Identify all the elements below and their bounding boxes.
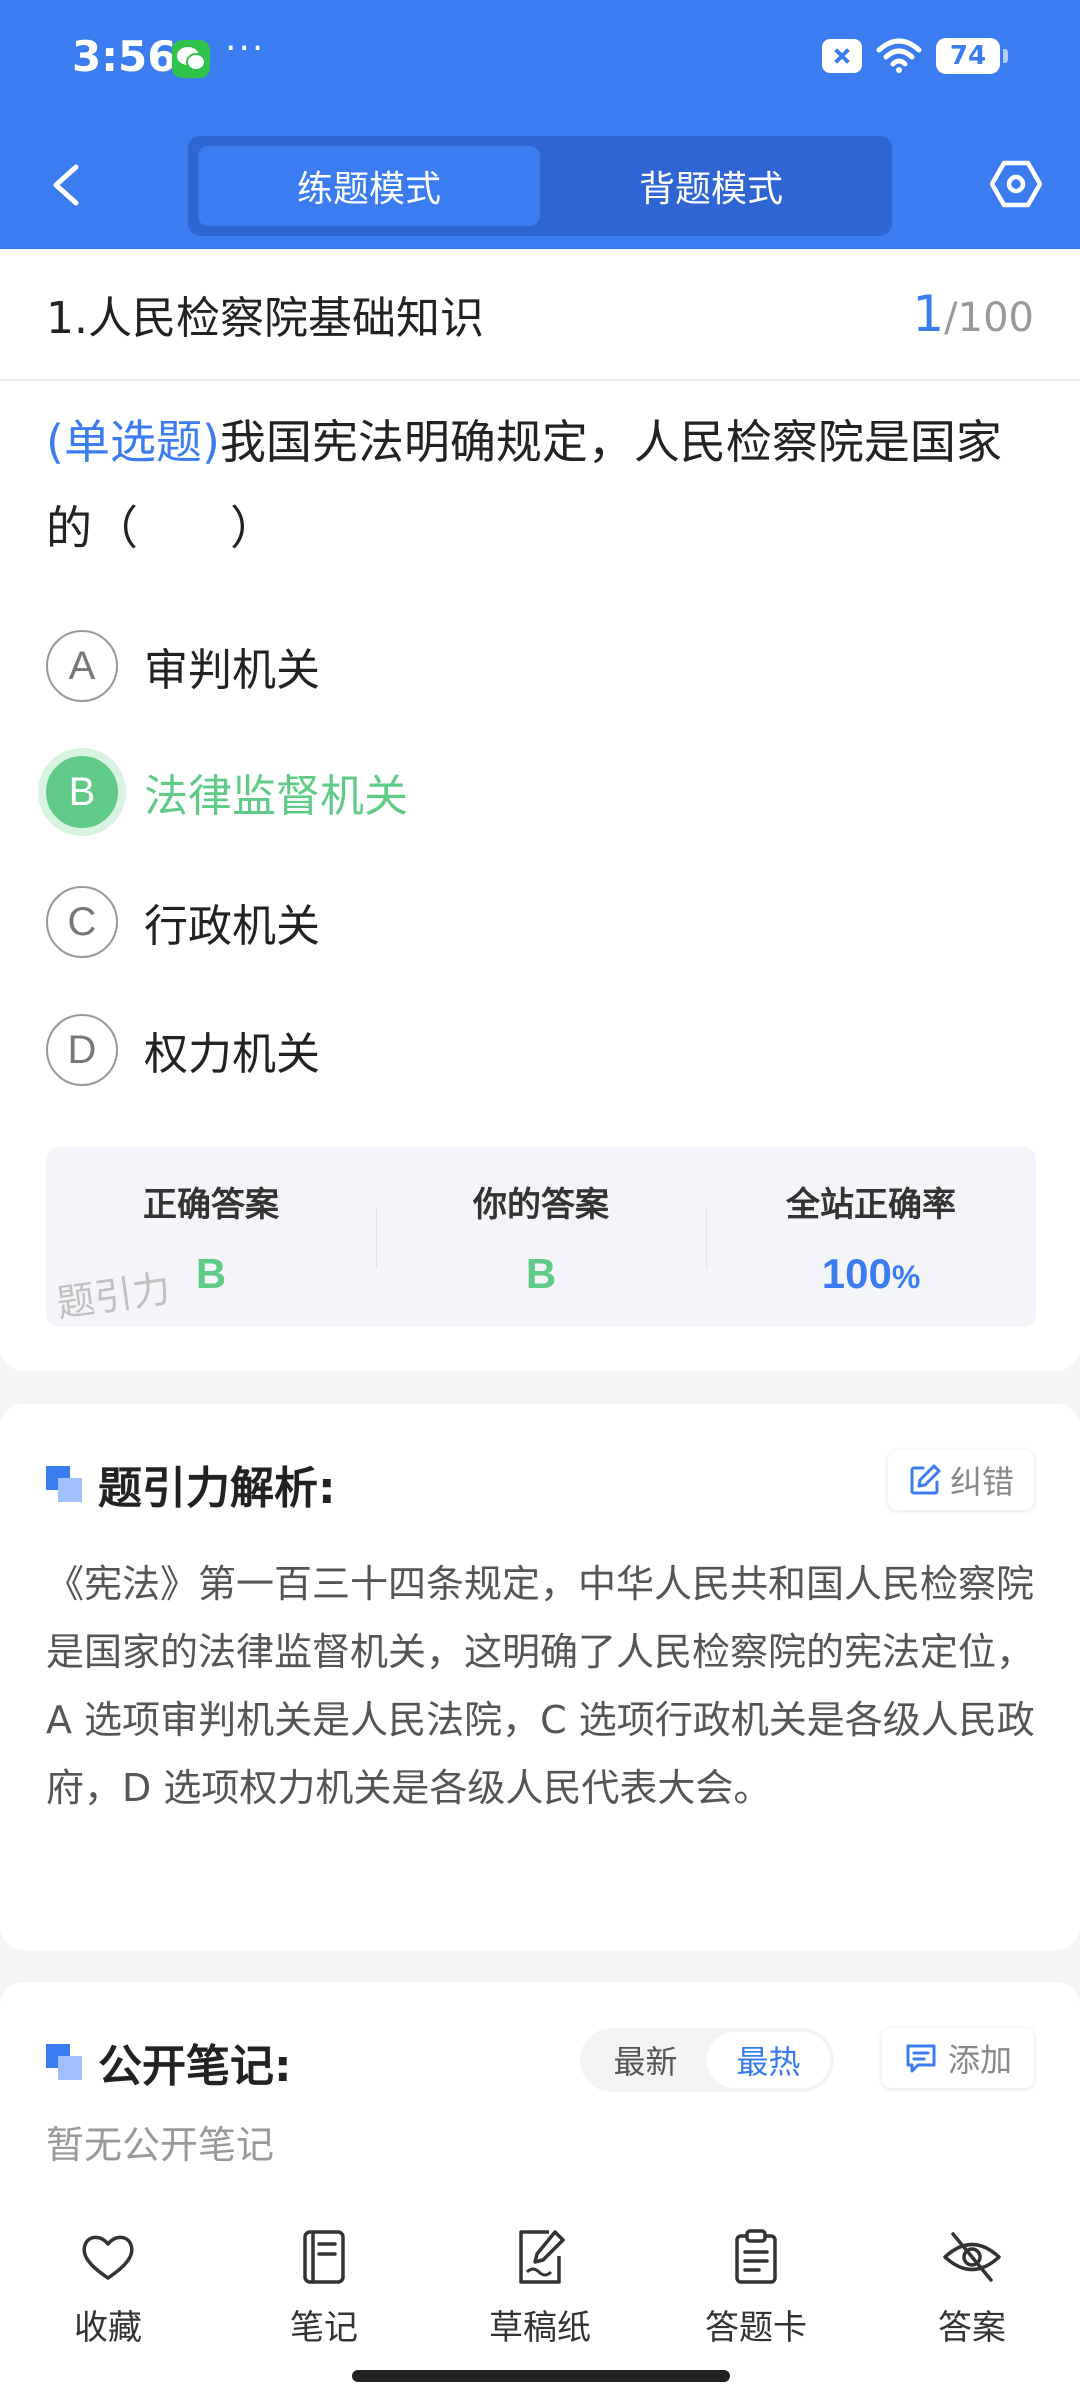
option-text: 行政机关 <box>144 901 320 952</box>
notes-sort-toggle: 最新 最热 <box>580 2028 834 2092</box>
option-text: 审判机关 <box>144 645 320 696</box>
favorite-button[interactable]: 收藏 <box>28 2226 188 2400</box>
tab-practice-mode[interactable]: 练题模式 <box>198 146 540 226</box>
option-letter: B <box>46 756 118 828</box>
sort-newest[interactable]: 最新 <box>584 2032 707 2088</box>
answer-toggle-label: 答案 <box>938 2308 1006 2348</box>
option-letter: D <box>46 1014 118 1086</box>
your-answer-label: 你的答案 <box>473 1185 609 1225</box>
wechat-notification-icon <box>172 40 210 78</box>
chapter-title: 1.人民检察院基础知识 <box>46 293 484 344</box>
battery-indicator: 74 <box>936 38 1008 74</box>
accuracy-rate-unit: % <box>891 1259 921 1295</box>
option-letter: A <box>46 630 118 702</box>
progress-total: /100 <box>944 295 1034 341</box>
status-more-dots: ··· <box>225 28 266 69</box>
accuracy-rate-number: 100 <box>821 1250 892 1297</box>
question-type: (单选题) <box>46 415 220 469</box>
accuracy-rate-value: 100% <box>822 1250 921 1298</box>
analysis-title-text: 题引力解析: <box>98 1463 336 1514</box>
mode-switch: 练题模式 背题模式 <box>188 136 892 236</box>
option-c[interactable]: C 行政机关 <box>46 882 946 962</box>
sim-disabled-icon <box>822 39 862 73</box>
status-time: 3:56 <box>72 32 177 81</box>
notes-label: 笔记 <box>290 2308 358 2348</box>
favorite-label: 收藏 <box>74 2308 142 2348</box>
analysis-card: 题引力解析: 纠错 《宪法》第一百三十四条规定，中华人民共和国人民检察院是国家的… <box>0 1404 1080 1950</box>
your-answer-col: 你的答案 B <box>376 1147 706 1327</box>
progress-current: 1 <box>912 285 945 343</box>
no-notes-text: 暂无公开笔记 <box>46 2123 275 2167</box>
draft-paper-label: 草稿纸 <box>489 2308 591 2348</box>
question-text: (单选题)我国宪法明确规定，人民检察院是国家的（ ） <box>46 399 1036 571</box>
report-error-label: 纠错 <box>949 1463 1014 1501</box>
report-error-button[interactable]: 纠错 <box>887 1450 1034 1510</box>
section-squares-icon <box>46 1466 82 1502</box>
watermark: 题引力 <box>53 1266 174 1326</box>
correct-answer-label: 正确答案 <box>143 1185 279 1225</box>
answer-toggle-button[interactable]: 答案 <box>892 2226 1052 2400</box>
question-card: 1.人民检察院基础知识 1/100 (单选题)我国宪法明确规定，人民检察院是国家… <box>0 249 1080 1371</box>
option-a[interactable]: A 审判机关 <box>46 626 946 706</box>
option-text: 权力机关 <box>144 1029 320 1080</box>
option-text: 法律监督机关 <box>144 771 408 822</box>
answer-summary: 正确答案 B 题引力 你的答案 B 全站正确率 100% <box>46 1147 1036 1327</box>
eye-off-icon <box>943 2232 1001 2282</box>
correct-answer-col: 正确答案 B 题引力 <box>46 1147 376 1327</box>
back-button[interactable] <box>40 155 90 215</box>
top-header: 3:56 ··· 74 练题模式 背题模式 <box>0 0 1080 249</box>
add-note-button[interactable]: 添加 <box>881 2028 1034 2088</box>
your-answer-value: B <box>525 1250 557 1297</box>
sort-hottest[interactable]: 最热 <box>707 2032 830 2088</box>
notes-title: 公开笔记: <box>46 2030 292 2094</box>
analysis-text: 《宪法》第一百三十四条规定，中华人民共和国人民检察院是国家的法律监督机关，这明确… <box>46 1562 1035 1810</box>
option-b[interactable]: B 法律监督机关 <box>46 752 946 832</box>
wifi-icon <box>876 38 922 73</box>
edit-icon <box>910 1464 941 1495</box>
notes-title-text: 公开笔记: <box>98 2041 292 2092</box>
hexagon-settings-icon <box>989 160 1043 208</box>
tab-memorize-mode[interactable]: 背题模式 <box>540 146 882 226</box>
heart-icon <box>82 2235 134 2280</box>
option-d[interactable]: D 权力机关 <box>46 1010 946 1090</box>
analysis-title: 题引力解析: <box>46 1452 336 1516</box>
answer-sheet-label: 答题卡 <box>705 2308 807 2348</box>
answer-sheet-icon <box>735 2229 777 2284</box>
question-progress: 1/100 <box>912 285 1034 343</box>
option-letter: C <box>46 886 118 958</box>
question-header: 1.人民检察院基础知识 1/100 <box>0 249 1080 381</box>
settings-button[interactable] <box>989 158 1043 210</box>
accuracy-rate-col: 全站正确率 100% <box>706 1147 1036 1327</box>
chevron-left-icon <box>53 164 79 206</box>
comment-icon <box>906 2044 936 2073</box>
draft-paper-icon <box>519 2230 565 2284</box>
home-indicator[interactable] <box>352 2370 730 2382</box>
accuracy-rate-label: 全站正确率 <box>786 1185 956 1225</box>
section-squares-icon <box>46 2044 82 2080</box>
add-note-label: 添加 <box>947 2041 1012 2079</box>
status-right-group: 74 <box>822 38 1008 74</box>
notebook-icon <box>303 2230 345 2284</box>
correct-answer-value: B <box>195 1250 227 1297</box>
